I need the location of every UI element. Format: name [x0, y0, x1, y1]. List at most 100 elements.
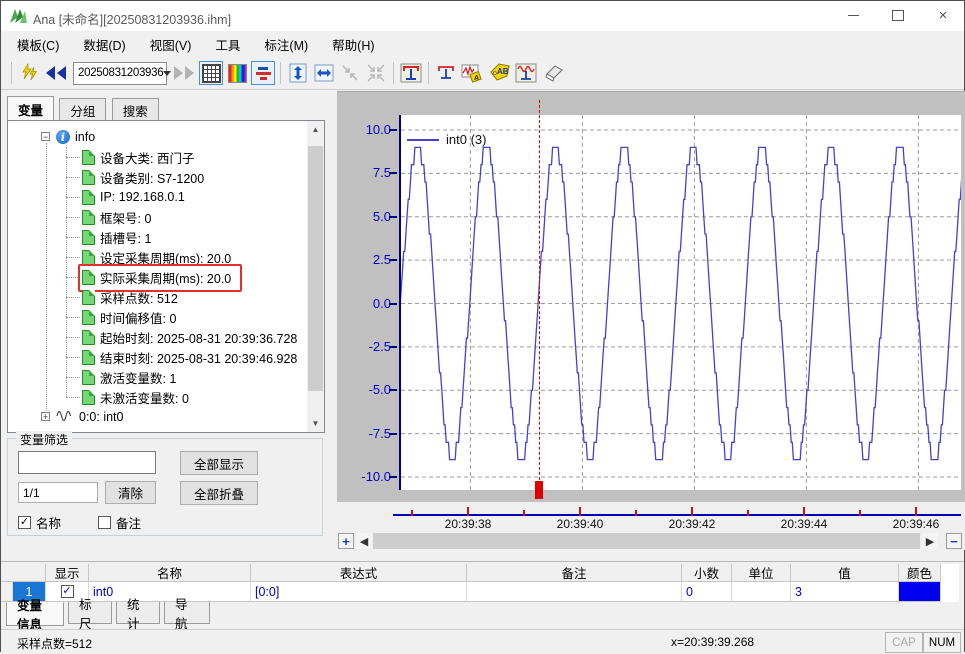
color-swatch-cell[interactable]	[899, 582, 941, 602]
tree-leaf-8[interactable]: 时间偏移值: 0	[82, 307, 176, 327]
menu-item-5[interactable]: 帮助(H)	[320, 31, 386, 58]
filter-input[interactable]	[18, 451, 156, 474]
name-cell[interactable]: int0	[89, 582, 251, 602]
tree-scrollbar[interactable]: ▲ ▼	[307, 121, 324, 432]
column-header-备注[interactable]: 备注	[467, 564, 682, 582]
tree-leaf-11[interactable]: 激活变量数: 1	[82, 367, 176, 387]
tree-leaf-3[interactable]: 框架号: 0	[82, 207, 151, 227]
maximize-button[interactable]	[875, 1, 921, 30]
tree-leaf-6[interactable]: 实际采集周期(ms): 20.0	[82, 267, 231, 287]
bottom-tab-1[interactable]: 标尺	[68, 598, 112, 631]
plot-area[interactable]	[399, 115, 961, 490]
zoom-in-x-button[interactable]: +	[338, 533, 354, 549]
comment-cell[interactable]	[467, 582, 682, 602]
column-header-小数[interactable]: 小数	[682, 564, 732, 582]
scroll-left-icon[interactable]: ◀	[356, 533, 372, 549]
tree-node-int0[interactable]: 0:0: int0	[56, 407, 123, 427]
tree-leaf-label: 实际采集周期(ms): 20.0	[100, 271, 232, 286]
fit-vertical-button[interactable]	[286, 61, 310, 85]
tree-scrollbar-thumb[interactable]	[308, 146, 323, 391]
tree-leaf-4[interactable]: 插槽号: 1	[82, 227, 151, 247]
refresh-button[interactable]	[17, 61, 41, 85]
clear-button[interactable]: 清除	[105, 481, 156, 504]
tab-groups[interactable]: 分组	[59, 98, 107, 121]
show-all-button[interactable]: 全部显示	[180, 451, 258, 475]
tree-connector	[46, 143, 47, 417]
tree-leaf-5[interactable]: 设定采集周期(ms): 20.0	[82, 247, 231, 267]
y-axis-label: 7.5	[372, 165, 391, 180]
time-cursor-line[interactable]	[539, 100, 540, 490]
bottom-tab-3[interactable]: 导航	[164, 598, 210, 631]
status-bar: 采样点数=512 x=20:39:39.268 CAP NUM	[1, 629, 964, 654]
expand-toggle-icon[interactable]: +	[41, 412, 50, 422]
grid-toggle-button[interactable]	[199, 61, 223, 85]
tree-leaf-1[interactable]: 设备类别: S7-1200	[82, 167, 204, 187]
collapse-all-button[interactable]: 全部折叠	[180, 481, 258, 505]
tree-leaf-2[interactable]: IP: 192.168.0.1	[82, 187, 185, 207]
zoom-out-x-button[interactable]: −	[946, 533, 962, 549]
dataset-combobox[interactable]: 20250831203936	[73, 61, 172, 85]
tree-connector	[66, 237, 80, 238]
bottom-tab-0[interactable]: 变量信息	[6, 599, 64, 632]
scroll-right-icon[interactable]: ▶	[922, 533, 938, 549]
annotate-ab-button[interactable]: AB	[486, 61, 512, 85]
curve-style-button[interactable]	[251, 61, 275, 85]
menu-item-4[interactable]: 标注(M)	[252, 31, 320, 58]
annotate-ab-icon: AB	[490, 63, 510, 81]
column-header-显示[interactable]: 显示	[46, 564, 89, 582]
tree-leaf-7[interactable]: 采样点数: 512	[82, 287, 178, 307]
prev-dataset-button[interactable]	[43, 61, 69, 85]
column-header-表达式[interactable]: 表达式	[251, 564, 467, 582]
colormap-button[interactable]	[225, 61, 249, 85]
column-header-颜色[interactable]: 颜色	[899, 564, 941, 582]
small-ruler-button[interactable]	[434, 61, 458, 85]
tree-node-info[interactable]: i info	[56, 127, 95, 147]
title-bar: Ana [未命名][20250831203936.ihm] ×	[1, 1, 964, 32]
ruler-wave-button[interactable]	[514, 61, 538, 85]
unit-cell[interactable]	[732, 582, 791, 602]
chart-legend: int0 (3)	[407, 132, 486, 147]
h-scrollbar-thumb[interactable]	[373, 533, 920, 549]
bottom-tab-2[interactable]: 统计	[116, 598, 160, 631]
checkbox-unchecked-icon	[98, 516, 111, 529]
close-button[interactable]: ×	[920, 1, 965, 30]
menu-item-0[interactable]: 模板(C)	[5, 31, 71, 58]
filter-by-name-checkbox[interactable]: ✓ 名称	[18, 513, 61, 532]
menu-item-3[interactable]: 工具	[203, 31, 252, 58]
scroll-up-icon[interactable]: ▲	[307, 121, 324, 138]
tree-leaf-0[interactable]: 设备大类: 西门子	[82, 147, 194, 167]
time-cursor-handle[interactable]	[535, 481, 543, 499]
add-ruler-button[interactable]	[399, 61, 423, 85]
tree-leaf-9[interactable]: 起始时刻: 2025-08-31 20:39:36.728	[82, 327, 297, 347]
tree-leaf-10[interactable]: 结束时刻: 2025-08-31 20:39:46.928	[82, 347, 297, 367]
expression-cell[interactable]: [0:0]	[251, 582, 467, 602]
fit-horizontal-button[interactable]	[312, 61, 336, 85]
column-header-值[interactable]: 值	[791, 564, 899, 582]
value-cell[interactable]: 3	[791, 582, 899, 602]
scroll-down-icon[interactable]: ▼	[307, 415, 324, 432]
annotate-a-button[interactable]: A	[460, 61, 484, 85]
minimize-button[interactable]	[830, 1, 876, 30]
tab-variables[interactable]: 变量	[7, 96, 55, 121]
zoom-collapse-button[interactable]	[364, 61, 388, 85]
tree-connector	[66, 357, 80, 358]
tree-connector	[66, 337, 80, 338]
zoom-restore-button[interactable]	[338, 61, 362, 85]
tab-search[interactable]: 搜索	[111, 98, 159, 121]
menu-item-1[interactable]: 数据(D)	[71, 31, 137, 58]
status-cursor-x: x=20:39:39.268	[671, 635, 755, 649]
column-header-index[interactable]	[1, 564, 46, 582]
y-axis-label: 5.0	[372, 209, 391, 224]
next-dataset-button[interactable]	[171, 61, 197, 85]
y-axis-tick	[389, 346, 397, 348]
decimals-cell[interactable]: 0	[682, 582, 732, 602]
collapse-toggle-icon[interactable]: −	[41, 132, 50, 142]
column-header-名称[interactable]: 名称	[89, 564, 251, 582]
eraser-button[interactable]	[540, 61, 566, 85]
document-icon	[82, 249, 95, 265]
filter-by-comment-checkbox[interactable]: 备注	[98, 513, 141, 532]
menu-item-2[interactable]: 视图(V)	[138, 31, 204, 58]
column-header-单位[interactable]: 单位	[732, 564, 791, 582]
time-axis: 20:39:38 20:39:40 20:39:42 20:39:44 20:39:46	[337, 502, 965, 532]
tree-leaf-12[interactable]: 未激活变量数: 0	[82, 387, 189, 407]
